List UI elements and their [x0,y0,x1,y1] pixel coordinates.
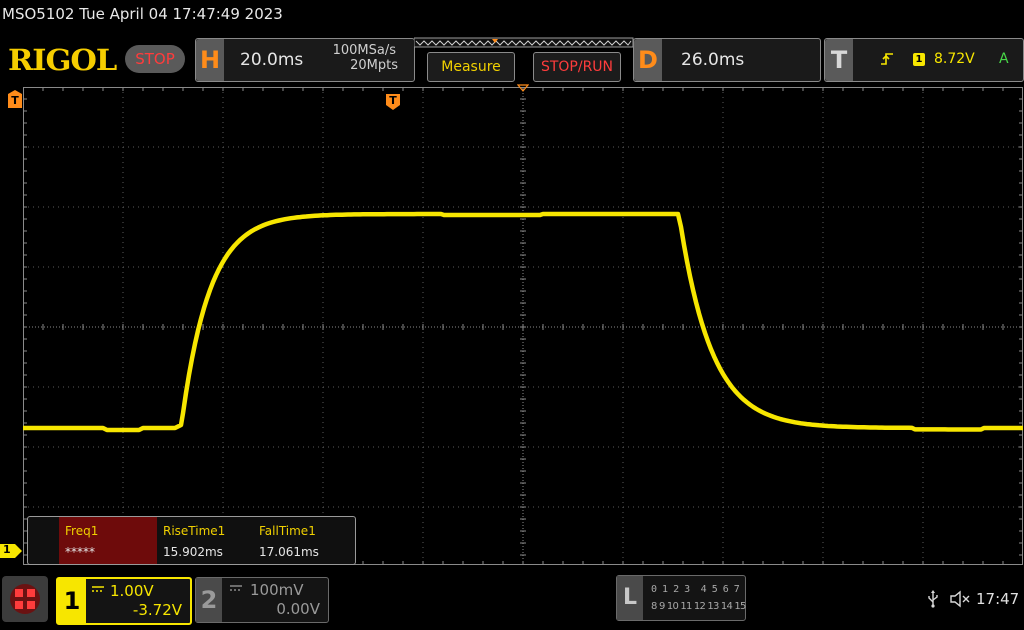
trigger-mode: A [999,51,1009,67]
channel2-number: 2 [196,578,222,622]
trigger-time-marker: T [386,94,400,110]
measurement-label: Freq1 [65,524,99,538]
logic-channels-row2: 8 9 10 11 12 13 14 15 [651,601,746,612]
title-bar-text: MSO5102 Tue April 04 17:47:49 2023 [2,5,283,23]
speaker-muted-icon[interactable] [950,590,972,608]
measurement-label: RiseTime1 [163,524,226,538]
channel1-ground-marker[interactable]: 1 [0,543,22,558]
sample-rate: 100MSa/s [332,43,396,58]
trigger-source-badge: 1 [913,53,925,66]
channel1-number: 1 [58,579,86,623]
memory-position-bar [414,37,634,48]
measurement-label: FallTime1 [259,524,316,538]
measurement-value: 15.902ms [163,545,223,559]
measurement-risetime[interactable]: RiseTime1 15.902ms [157,517,253,564]
usb-icon [928,590,938,608]
logic-analyzer-panel[interactable]: L 0 1 2 3 4 5 6 7 8 9 10 11 12 13 14 15 [616,575,746,621]
trigger-level: 8.72V [934,51,975,67]
stop-run-button[interactable]: STOP/RUN [533,52,621,82]
horizontal-panel[interactable]: H 20.0ms 100MSa/s 20Mpts [195,38,415,82]
rigol-logo: RIGOL [8,43,117,77]
channel2-panel[interactable]: 2 100mV 0.00V [195,577,329,623]
timebase-value: 20.0ms [240,50,304,70]
channel2-scale: 100mV [250,581,304,599]
delay-panel[interactable]: D 26.0ms [633,38,821,82]
channel1-offset: -3.72V [132,601,182,619]
measurement-value: ***** [65,545,95,559]
clock-time: 17:47 [976,590,1020,608]
dc-coupling-icon [92,586,104,592]
measurement-value: 17.061ms [259,545,319,559]
logic-letter: L [617,576,643,620]
measurement-falltime[interactable]: FallTime1 17.061ms [253,517,351,564]
memory-depth: 20Mpts [350,58,398,73]
delay-value: 26.0ms [681,50,745,70]
trigger-panel[interactable]: T 1 8.72V A [824,38,1024,82]
trigger-position-marker [517,84,529,92]
measure-button[interactable]: Measure [427,52,515,82]
channel2-offset: 0.00V [276,600,320,618]
trigger-letter: T [825,39,853,81]
trigger-level-marker: T [8,90,22,108]
run-state-badge: STOP [125,45,185,73]
dc-coupling-icon [230,585,242,591]
measurement-panel[interactable]: Freq1 ***** RiseTime1 15.902ms FallTime1… [27,516,356,565]
channel1-panel[interactable]: 1 1.00V -3.72V [56,577,192,625]
delay-letter: D [634,39,662,81]
logic-channels-row1: 0 1 2 3 4 5 6 7 [651,584,740,595]
rising-edge-icon [881,53,893,65]
measurement-freq[interactable]: Freq1 ***** [59,517,157,564]
main-menu-button[interactable] [2,576,48,622]
horizontal-letter: H [196,39,224,81]
waveform-display[interactable] [23,87,1023,565]
channel1-scale: 1.00V [110,582,154,600]
menu-grid-icon [10,584,40,614]
